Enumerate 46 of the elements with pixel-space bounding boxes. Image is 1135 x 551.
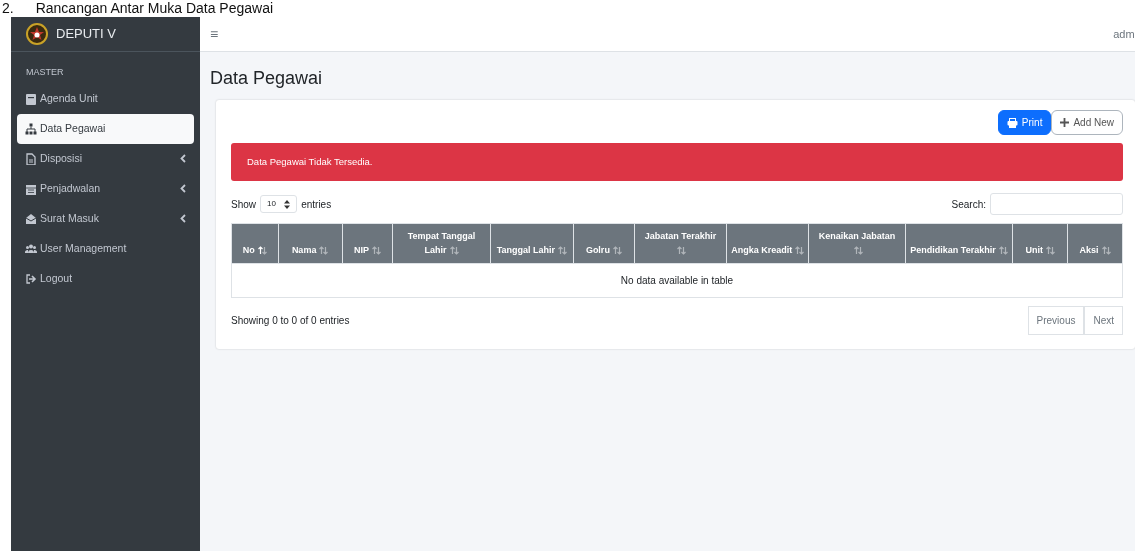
column-header[interactable]: Jabatan Terakhir: [634, 223, 727, 264]
column-header[interactable]: Pendidikan Terakhir: [905, 223, 1013, 264]
print-button[interactable]: Print: [997, 110, 1052, 135]
users-icon: [25, 242, 37, 255]
search-field[interactable]: [990, 193, 1123, 216]
column-header[interactable]: Nama: [278, 223, 343, 264]
column-header[interactable]: Unit: [1012, 223, 1068, 264]
add-new-button[interactable]: Add New: [1051, 110, 1123, 135]
document-heading: Rancangan Antar Muka Data Pegawai: [35, 0, 274, 17]
menu-icon[interactable]: ≡: [210, 23, 219, 45]
column-header[interactable]: Tanggal Lahir: [490, 223, 574, 264]
column-header[interactable]: Golru: [573, 223, 635, 264]
sidebar-item[interactable]: Disposisi: [17, 143, 194, 174]
length-label: entries: [301, 197, 332, 212]
plus-icon: [1060, 118, 1070, 127]
sidebar-item[interactable]: Logout: [17, 263, 194, 294]
sidebar-item[interactable]: User Management: [17, 233, 194, 264]
printer-icon: [1006, 117, 1018, 128]
column-header[interactable]: NIP: [342, 223, 393, 264]
column-header[interactable]: Aksi: [1067, 223, 1123, 264]
exit-icon: [25, 272, 37, 285]
column-header[interactable]: Kenaikan Jabatan: [808, 223, 906, 264]
sidebar-item[interactable]: Surat Masuk: [17, 203, 194, 234]
sidebar-item[interactable]: Agenda Unit: [17, 83, 194, 114]
sidebar-item[interactable]: Data Pegawai: [17, 113, 194, 144]
column-header[interactable]: No: [231, 223, 279, 264]
table-info: Showing 0 to 0 of 0 entries: [231, 314, 350, 329]
logo-icon: [26, 23, 48, 45]
column-header[interactable]: Tempat Tanggal Lahir: [392, 223, 491, 264]
sidebar-item[interactable]: Penjadwalan: [17, 173, 194, 204]
sitemap-icon: [25, 122, 37, 135]
brand-title: DEPUTI V: [56, 25, 116, 44]
updown-caret-icon: [284, 199, 291, 209]
heading-number: 2.: [2, 0, 14, 17]
search-label: Search:: [951, 197, 986, 212]
file-icon: [25, 152, 37, 165]
calendar-icon: [25, 182, 37, 195]
section-label: MASTER: [25, 66, 65, 79]
entries-select[interactable]: 10: [260, 195, 298, 214]
envelope-icon: [25, 212, 37, 225]
column-header[interactable]: Angka Kreadit: [726, 223, 809, 264]
book-icon: [25, 92, 37, 105]
page-title: Data Pegawai: [210, 67, 324, 90]
empty-table-message: No data available in table: [231, 263, 1123, 298]
length-label: Show: [231, 197, 256, 212]
alert-message: Data Pegawai Tidak Tersedia.: [231, 143, 1123, 182]
